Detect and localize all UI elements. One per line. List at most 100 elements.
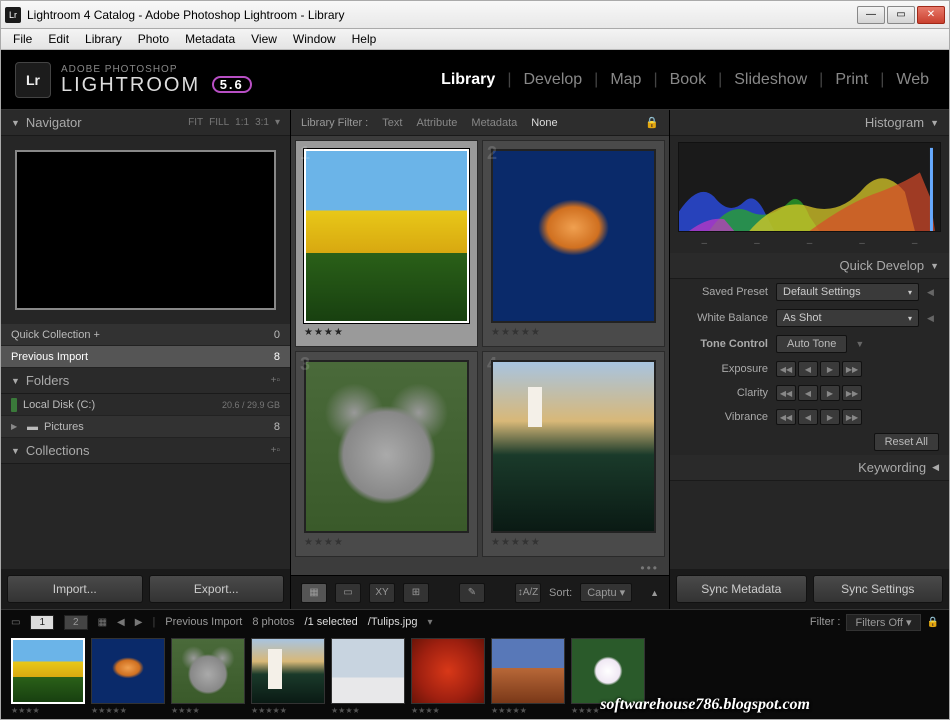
nav-fit[interactable]: FIT <box>188 117 203 128</box>
view-survey-icon[interactable]: ⊞ <box>403 583 429 603</box>
module-slideshow[interactable]: Slideshow <box>728 67 813 93</box>
toolbar-expand-icon[interactable]: ▲ <box>650 588 659 598</box>
catalog-previous-import[interactable]: Previous Import8 <box>1 346 290 368</box>
secondary-display-2[interactable]: 2 <box>64 615 88 630</box>
rating-stars[interactable]: ★★★★ <box>11 704 85 715</box>
grid-cell[interactable]: 4 ★★★★★ <box>482 351 665 558</box>
module-map[interactable]: Map <box>604 67 647 93</box>
filter-attribute[interactable]: Attribute <box>416 117 457 129</box>
module-print[interactable]: Print <box>829 67 874 93</box>
sort-select[interactable]: Captu ▾ <box>580 583 632 602</box>
chevron-down-icon[interactable]: ▼ <box>855 339 867 349</box>
rating-stars[interactable]: ★★★★ <box>331 704 405 715</box>
add-collection-icon[interactable]: +▫ <box>271 445 280 456</box>
quickdevelop-header[interactable]: Quick Develop▼ <box>670 253 949 279</box>
filmstrip-thumb[interactable]: ★★★★★ <box>251 638 325 715</box>
module-web[interactable]: Web <box>890 67 935 93</box>
chevron-down-icon[interactable]: ▾ <box>275 117 280 128</box>
navigator-preview[interactable] <box>1 136 290 324</box>
catalog-quick-collection[interactable]: Quick Collection +0 <box>1 324 290 346</box>
rating-stars[interactable]: ★★★★ <box>411 704 485 715</box>
view-grid-icon[interactable]: ▦ <box>301 583 327 603</box>
filter-lock-icon[interactable]: 🔒 <box>927 617 939 628</box>
painter-icon[interactable]: ✎ <box>459 583 485 603</box>
filmstrip-thumb[interactable]: ★★★★★ <box>91 638 165 715</box>
rating-stars[interactable]: ★★★★★ <box>491 704 565 715</box>
preset-select[interactable]: Default Settings▾ <box>776 283 919 301</box>
resetall-button[interactable]: Reset All <box>874 433 939 451</box>
grid-overflow-icon[interactable]: ••• <box>291 561 669 575</box>
autotone-button[interactable]: Auto Tone <box>776 335 847 353</box>
sync-settings-button[interactable]: Sync Settings <box>813 575 944 603</box>
vibrance-stepper[interactable]: ◀◀◀▶▶▶ <box>776 409 862 425</box>
menu-metadata[interactable]: Metadata <box>177 30 243 48</box>
keywording-header[interactable]: Keywording◀ <box>670 455 949 481</box>
sync-metadata-button[interactable]: Sync Metadata <box>676 575 807 603</box>
filter-text[interactable]: Text <box>382 117 402 129</box>
rating-stars[interactable]: ★★★★ <box>304 323 469 338</box>
folder-item[interactable]: ▶ ▬ Pictures 8 <box>1 416 290 438</box>
filmstrip-thumb[interactable]: ★★★★ <box>411 638 485 715</box>
module-library[interactable]: Library <box>435 67 501 93</box>
secondary-display-1[interactable]: 1 <box>30 615 54 630</box>
sort-direction-icon[interactable]: ↕A/Z <box>515 583 541 603</box>
rating-stars[interactable]: ★★★★★ <box>91 704 165 715</box>
photo-count: 8 photos <box>252 616 294 628</box>
maximize-button[interactable]: ▭ <box>887 6 915 24</box>
chevron-down-icon[interactable]: ▾ <box>427 617 432 628</box>
module-develop[interactable]: Develop <box>517 67 588 93</box>
collections-header[interactable]: ▼ Collections +▫ <box>1 438 290 464</box>
grid-cell[interactable]: 3 ★★★★ <box>295 351 478 558</box>
nav-fill[interactable]: FILL <box>209 117 229 128</box>
filmstrip-thumb[interactable]: ★★★★ <box>11 638 85 715</box>
menu-photo[interactable]: Photo <box>130 30 177 48</box>
source-label[interactable]: Previous Import <box>165 616 242 628</box>
filmstrip-thumb[interactable]: ★★★★ <box>171 638 245 715</box>
module-book[interactable]: Book <box>664 67 712 93</box>
menu-file[interactable]: File <box>5 30 40 48</box>
grid-cell[interactable]: 1 ★★★★ <box>295 140 478 347</box>
filter-none[interactable]: None <box>531 117 557 129</box>
filmstrip-thumb[interactable]: ★★★★ <box>331 638 405 715</box>
close-button[interactable]: ✕ <box>917 6 945 24</box>
filter-lock-icon[interactable]: 🔒 <box>645 116 659 129</box>
menu-window[interactable]: Window <box>285 30 344 48</box>
add-folder-icon[interactable]: +▫ <box>271 375 280 386</box>
forward-icon[interactable]: ▶ <box>135 617 143 628</box>
nav-3to1[interactable]: 3:1 <box>255 117 269 128</box>
folder-drive[interactable]: Local Disk (C:) 20.6 / 29.9 GB <box>1 394 290 416</box>
folders-header[interactable]: ▼ Folders +▫ <box>1 368 290 394</box>
view-compare-icon[interactable]: XY <box>369 583 395 603</box>
filter-metadata[interactable]: Metadata <box>471 117 517 129</box>
menu-view[interactable]: View <box>243 30 285 48</box>
filmstrip-filter-select[interactable]: Filters Off ▾ <box>846 614 920 631</box>
minimize-button[interactable]: — <box>857 6 885 24</box>
whitebalance-select[interactable]: As Shot▾ <box>776 309 919 327</box>
histogram-header[interactable]: Histogram▼ <box>670 110 949 136</box>
chevron-left-icon[interactable]: ◀ <box>927 287 939 298</box>
grid-icon[interactable]: ▦ <box>98 617 107 628</box>
nav-1to1[interactable]: 1:1 <box>235 117 249 128</box>
rating-stars[interactable]: ★★★★ <box>304 533 469 548</box>
view-loupe-icon[interactable]: ▭ <box>335 583 361 603</box>
exposure-stepper[interactable]: ◀◀◀▶▶▶ <box>776 361 862 377</box>
menu-edit[interactable]: Edit <box>40 30 77 48</box>
watermark: softwarehouse786.blogspot.com <box>600 696 810 714</box>
rating-stars[interactable]: ★★★★★ <box>491 533 656 548</box>
menu-library[interactable]: Library <box>77 30 130 48</box>
import-button[interactable]: Import... <box>7 575 143 603</box>
menu-help[interactable]: Help <box>344 30 385 48</box>
chevron-left-icon[interactable]: ◀ <box>927 313 939 324</box>
rating-stars[interactable]: ★★★★★ <box>251 704 325 715</box>
center-toolbar: ▦ ▭ XY ⊞ ✎ ↕A/Z Sort: Captu ▾ ▲ <box>291 575 669 609</box>
monitor-icon[interactable]: ▭ <box>11 617 20 628</box>
grid-cell[interactable]: 2 ★★★★★ <box>482 140 665 347</box>
back-icon[interactable]: ◀ <box>117 617 125 628</box>
clarity-stepper[interactable]: ◀◀◀▶▶▶ <box>776 385 862 401</box>
export-button[interactable]: Export... <box>149 575 285 603</box>
rating-stars[interactable]: ★★★★★ <box>491 323 656 338</box>
histogram[interactable] <box>678 142 941 232</box>
filmstrip-thumb[interactable]: ★★★★★ <box>491 638 565 715</box>
navigator-header[interactable]: ▼ Navigator FIT FILL 1:1 3:1 ▾ <box>1 110 290 136</box>
rating-stars[interactable]: ★★★★ <box>171 704 245 715</box>
